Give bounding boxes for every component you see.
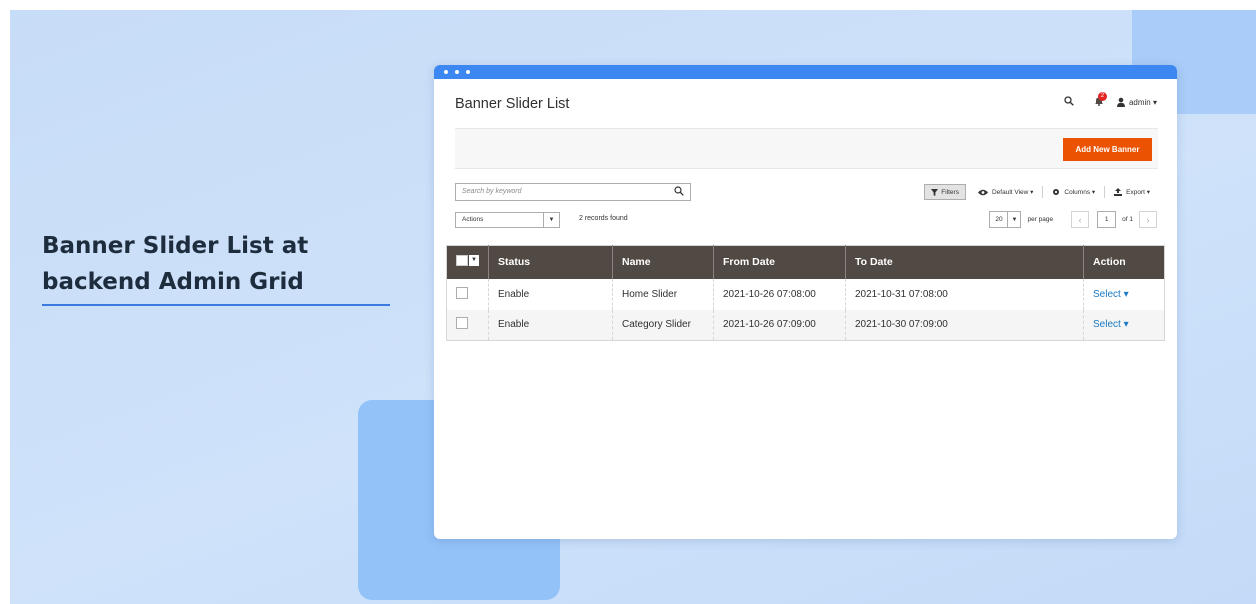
table-row: Enable Category Slider 2021-10-26 07:09:… [446, 309, 1165, 341]
export-label: Export ▾ [1126, 189, 1150, 196]
default-view-dropdown[interactable]: Default View ▾ [977, 188, 1034, 196]
per-page-label: per page [1027, 216, 1054, 223]
row-action-select[interactable]: Select ▾ [1093, 319, 1129, 330]
eye-icon [977, 189, 988, 195]
table-row: Enable Home Slider 2021-10-26 07:08:00 2… [447, 278, 1165, 310]
filters-button[interactable]: Filters [924, 184, 966, 200]
default-view-label: Default View ▾ [991, 189, 1034, 196]
keyword-search-input[interactable]: Search by keyword [455, 183, 691, 201]
action-cell: Select ▾ [1083, 309, 1165, 341]
admin-user-menu[interactable]: admin ▾ [1116, 97, 1157, 107]
columns-dropdown[interactable]: Columns ▾ [1052, 188, 1095, 196]
window-dot [455, 70, 459, 74]
status-cell: Enable [488, 309, 613, 341]
export-dropdown[interactable]: Export ▾ [1114, 188, 1150, 196]
page-actions-bar: Add New Banner [455, 128, 1158, 169]
mass-actions-select[interactable]: Actions ▼ [455, 212, 560, 228]
admin-user-label: admin ▾ [1128, 97, 1157, 107]
records-found-text: 2 records found [579, 215, 628, 222]
row-action-select[interactable]: Select ▾ [1093, 289, 1129, 300]
filter-icon [931, 188, 939, 196]
gear-icon [1053, 189, 1060, 195]
background-canvas: Banner Slider List at backend Admin Grid… [10, 10, 1256, 604]
grid-toolbar: Filters Default View ▾ Columns ▾ Export … [924, 184, 1150, 200]
status-cell: Enable [488, 278, 613, 310]
column-header-from-date[interactable]: From Date [713, 245, 846, 279]
search-icon[interactable] [674, 185, 684, 201]
table-header-row: ▼ Status Name From Date To Date Action [446, 245, 1165, 279]
pagination: 20 ▼ per page ‹ 1 of 1 › [989, 211, 1157, 228]
column-header-status[interactable]: Status [488, 245, 613, 279]
toolbar-divider [1104, 186, 1106, 198]
action-cell: Select ▾ [1083, 278, 1165, 310]
to-date-cell: 2021-10-31 07:08:00 [845, 278, 1084, 310]
export-icon [1114, 188, 1123, 196]
column-header-to-date[interactable]: To Date [845, 245, 1084, 279]
mass-select-checkbox[interactable]: ▼ [456, 255, 479, 267]
browser-window: Banner Slider List 2 admin ▾ Add New Ban… [434, 65, 1177, 539]
row-checkbox[interactable] [456, 286, 468, 299]
mass-select-header[interactable]: ▼ [446, 245, 489, 279]
search-placeholder: Search by keyword [462, 188, 522, 195]
chevron-down-icon[interactable]: ▼ [469, 255, 479, 267]
columns-label: Columns ▾ [1064, 189, 1096, 196]
mass-actions-value: Actions [462, 216, 484, 223]
page-title: Banner Slider List [455, 96, 570, 112]
headline-underline [42, 304, 390, 306]
page-count-label: of 1 [1122, 216, 1133, 223]
header-actions: 2 admin ▾ [1064, 92, 1157, 109]
row-checkbox[interactable] [456, 317, 468, 330]
window-dot [466, 70, 470, 74]
filters-label: Filters [941, 188, 959, 196]
chevron-down-icon: ▼ [543, 213, 559, 227]
search-icon [1064, 96, 1074, 106]
chevron-left-icon[interactable]: ‹ [1071, 211, 1090, 228]
headline: Banner Slider List at backend Admin Grid [42, 228, 392, 300]
toolbar-divider [1042, 186, 1044, 198]
chevron-right-icon[interactable]: › [1139, 211, 1157, 228]
current-page-input[interactable]: 1 [1097, 211, 1117, 228]
global-search-button[interactable] [1064, 96, 1074, 108]
name-cell: Category Slider [612, 309, 714, 341]
column-header-action: Action [1083, 245, 1165, 279]
per-page-select[interactable]: 20 [989, 211, 1009, 228]
column-header-name[interactable]: Name [612, 245, 714, 279]
headline-line-1: Banner Slider List at [42, 233, 309, 259]
row-select-cell [447, 279, 489, 310]
row-select-cell [446, 309, 489, 341]
chevron-down-icon[interactable]: ▼ [1008, 211, 1022, 228]
window-title-bar [434, 65, 1177, 79]
to-date-cell: 2021-10-30 07:09:00 [845, 309, 1084, 341]
notification-count-badge: 2 [1097, 92, 1107, 101]
name-cell: Home Slider [612, 278, 714, 310]
banner-grid-table: ▼ Status Name From Date To Date Action E… [446, 245, 1165, 341]
user-icon [1116, 97, 1125, 107]
window-dot [444, 70, 448, 74]
from-date-cell: 2021-10-26 07:09:00 [713, 309, 846, 341]
notifications-button[interactable]: 2 [1094, 92, 1107, 108]
headline-line-2: backend Admin Grid [42, 269, 304, 295]
checkbox[interactable] [456, 255, 468, 267]
add-new-banner-button[interactable]: Add New Banner [1063, 138, 1152, 161]
from-date-cell: 2021-10-26 07:08:00 [713, 278, 846, 310]
